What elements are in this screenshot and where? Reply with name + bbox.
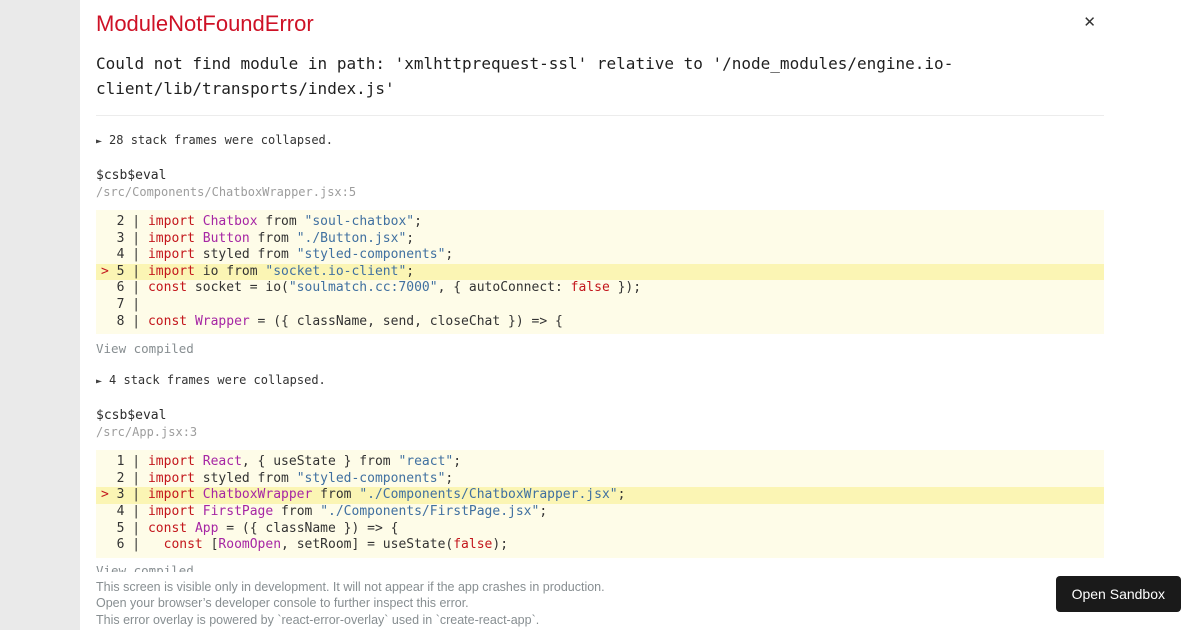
error-overlay-modal: ModuleNotFoundError ✕ Could not find mod… bbox=[80, 0, 1200, 630]
footer-line-development: This screen is visible only in developme… bbox=[96, 579, 605, 594]
expand-arrow-icon: ► bbox=[96, 376, 103, 388]
code-line: 7 | bbox=[101, 296, 148, 312]
view-compiled-link[interactable]: View compiled bbox=[96, 564, 194, 572]
code-line: 2 | import styled from "styled-component… bbox=[101, 470, 454, 486]
close-icon: ✕ bbox=[1083, 13, 1096, 31]
frame-file-location: /src/Components/ChatboxWrapper.jsx:5 bbox=[96, 185, 357, 199]
stack-frame: ► 28 stack frames were collapsed. $csb$eva… bbox=[96, 133, 1104, 356]
header-divider bbox=[96, 115, 1104, 116]
error-message: Could not find module in path: 'xmlhttpr… bbox=[96, 54, 954, 98]
frame-function-name: $csb$eval bbox=[96, 168, 167, 183]
code-line-highlighted: > 5 | import io from "socket.io-client"; bbox=[96, 263, 1104, 281]
frame-function-name: $csb$eval bbox=[96, 408, 167, 424]
overlay-footer: This screen is visible only in developme… bbox=[96, 579, 1104, 628]
expand-arrow-icon: ► bbox=[96, 136, 103, 147]
code-line: 3 | import Button from "./Button.jsx"; bbox=[101, 230, 415, 246]
code-line: 4 | import FirstPage from "./Components/… bbox=[101, 503, 548, 519]
close-button[interactable]: ✕ bbox=[1079, 13, 1100, 32]
view-compiled-link[interactable]: View compiled bbox=[96, 342, 194, 356]
stack-frames-list: ► 28 stack frames were collapsed. $csb$eva… bbox=[96, 133, 1104, 572]
code-line: 1 | import React, { useState } from "rea… bbox=[101, 454, 462, 470]
footer-line-console: Open your browser’s developer console to… bbox=[96, 596, 469, 611]
stack-frame: ► 4 stack frames were collapsed. $csb$eval… bbox=[96, 373, 1104, 572]
error-title: ModuleNotFoundError bbox=[96, 11, 314, 36]
open-sandbox-button[interactable]: Open Sandbox bbox=[1055, 576, 1181, 612]
code-line: 8 | const Wrapper = ({ className, send, … bbox=[101, 313, 563, 329]
code-frame: 1 | import React, { useState } from "rea… bbox=[96, 450, 1104, 558]
frame-file-location: /src/App.jsx:3 bbox=[96, 425, 198, 440]
code-line: 5 | const App = ({ className }) => { bbox=[101, 520, 399, 536]
code-frame: 2 | import Chatbox from "soul-chatbox"; … bbox=[96, 210, 1104, 335]
collapsed-frames-toggle[interactable]: ► 4 stack frames were collapsed. bbox=[96, 373, 326, 389]
code-line: 6 | const [RoomOpen, setRoom] = useState… bbox=[101, 537, 509, 553]
code-line-highlighted: > 3 | import ChatboxWrapper from "./Comp… bbox=[96, 487, 1104, 504]
code-line: 4 | import styled from "styled-component… bbox=[101, 247, 454, 263]
code-line: 2 | import Chatbox from "soul-chatbox"; bbox=[101, 214, 422, 229]
code-line: 6 | const socket = io("soulmatch.cc:7000… bbox=[101, 280, 642, 296]
footer-line-powered-by: This error overlay is powered by `react-… bbox=[96, 612, 540, 627]
collapsed-frames-toggle[interactable]: ► 28 stack frames were collapsed. bbox=[96, 133, 333, 149]
